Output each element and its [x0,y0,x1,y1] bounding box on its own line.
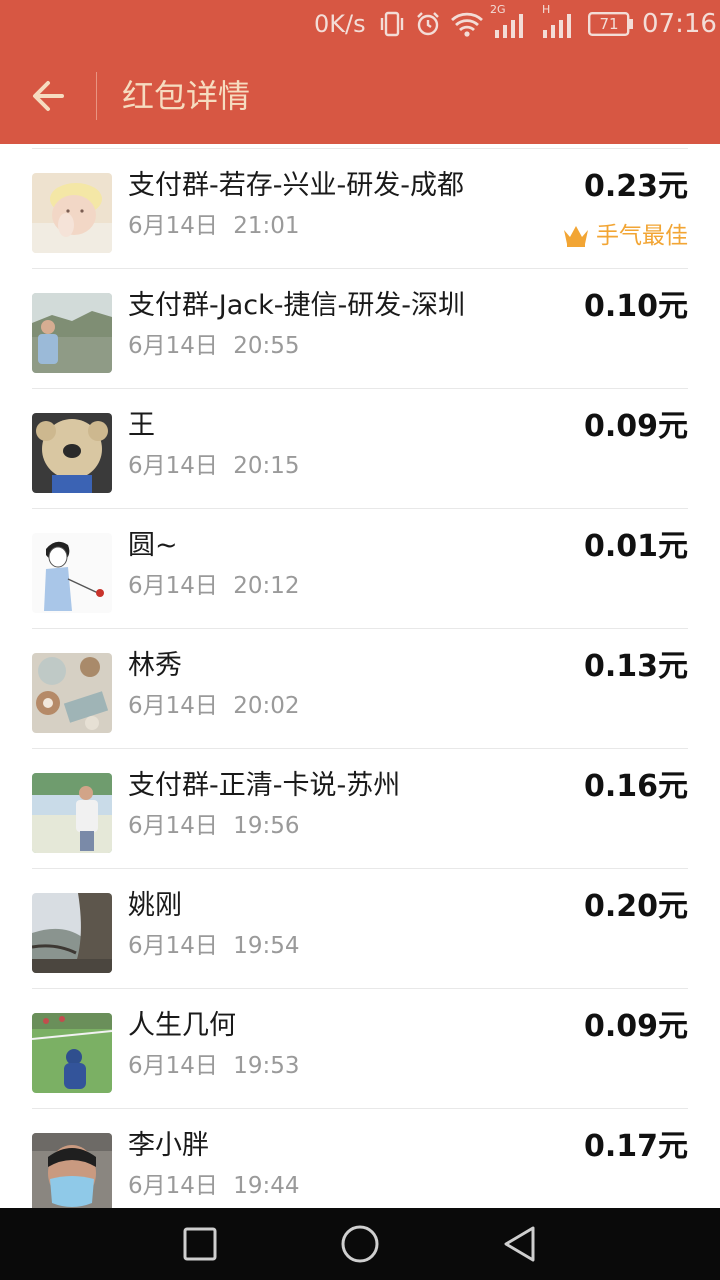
clock-text: 07:16 [642,9,717,39]
avatar [32,653,112,733]
member-name: 支付群-Jack-捷信-研发-深圳 [128,290,465,321]
member-name: 林秀 [128,650,182,681]
triangle-back-icon [504,1226,535,1262]
title-divider [96,72,97,120]
list-item[interactable]: 王 6月14日 20:15 0.09元 [32,389,688,509]
list-item[interactable]: 人生几何 6月14日 19:53 0.09元 [32,989,688,1109]
receive-time: 6月14日 19:53 [128,1053,300,1079]
app-root: 0K/s 2G H 71 07:16 红包详情 支付群-若存-兴业-研发-成都 … [0,0,720,1280]
list-item[interactable]: 姚刚 6月14日 19:54 0.20元 [32,869,688,989]
avatar [32,1133,112,1208]
circle-home-icon [341,1225,379,1263]
amount-text: 0.23元 [583,169,688,204]
amount-text: 0.13元 [583,649,688,684]
receive-time: 6月14日 19:56 [128,813,300,839]
member-name: 圆~ [128,530,178,561]
list-item[interactable]: 支付群-若存-兴业-研发-成都 6月14日 21:01 0.23元 手气最佳 [32,149,688,269]
signal-icon [542,14,572,42]
status-bar: 0K/s 2G H 71 07:16 [0,0,720,48]
alarm-icon [414,10,442,42]
net-speed-text: 0K/s [314,10,366,38]
receive-time: 6月14日 21:01 [128,213,300,239]
amount-text: 0.16元 [583,769,688,804]
receive-time: 6月14日 20:12 [128,573,300,599]
red-packet-records-list[interactable]: 支付群-若存-兴业-研发-成都 6月14日 21:01 0.23元 手气最佳 支… [0,144,720,1208]
avatar [32,293,112,373]
list-item[interactable]: 李小胖 6月14日 19:44 0.17元 [32,1109,688,1208]
amount-text: 0.09元 [583,409,688,444]
list-item[interactable]: 支付群-正清-卡说-苏州 6月14日 19:56 0.16元 [32,749,688,869]
arrow-left-icon [33,81,64,111]
avatar [32,893,112,973]
avatar [32,173,112,253]
receive-time: 6月14日 20:02 [128,693,300,719]
amount-text: 0.20元 [583,889,688,924]
list-item[interactable]: 圆~ 6月14日 20:12 0.01元 [32,509,688,629]
member-name: 人生几何 [128,1010,236,1041]
member-name: 支付群-若存-兴业-研发-成都 [128,170,464,201]
best-luck-label: 手气最佳 [596,223,688,249]
list-item[interactable]: 支付群-Jack-捷信-研发-深圳 6月14日 20:55 0.10元 [32,269,688,389]
square-recents-icon [183,1227,217,1261]
avatar [32,1013,112,1093]
member-name: 李小胖 [128,1130,209,1161]
avatar [32,773,112,853]
back-button[interactable] [24,72,72,120]
system-nav-bar [0,1208,720,1280]
crown-icon [564,226,588,247]
amount-text: 0.01元 [583,529,688,564]
receive-time: 6月14日 19:54 [128,933,300,959]
member-name: 姚刚 [128,890,182,921]
battery-level-text: 71 [599,15,619,33]
app-bar: 红包详情 [0,48,720,144]
amount-text: 0.17元 [583,1129,688,1164]
member-name: 支付群-正清-卡说-苏州 [128,770,401,801]
avatar [32,413,112,493]
amount-text: 0.10元 [583,289,688,324]
avatar [32,533,112,613]
recents-button[interactable] [180,1224,220,1264]
receive-time: 6月14日 20:15 [128,453,300,479]
wifi-icon [450,10,484,42]
signal-icon [494,14,524,42]
page-title: 红包详情 [122,77,251,115]
receive-time: 6月14日 20:55 [128,333,300,359]
list-item[interactable]: 林秀 6月14日 20:02 0.13元 [32,629,688,749]
amount-text: 0.09元 [583,1009,688,1044]
best-luck-badge: 手气最佳 [562,221,688,251]
back-nav-button[interactable] [500,1224,540,1264]
member-name: 王 [128,410,155,441]
vibrate-icon [378,10,406,42]
home-button[interactable] [340,1224,380,1264]
receive-time: 6月14日 19:44 [128,1173,300,1199]
